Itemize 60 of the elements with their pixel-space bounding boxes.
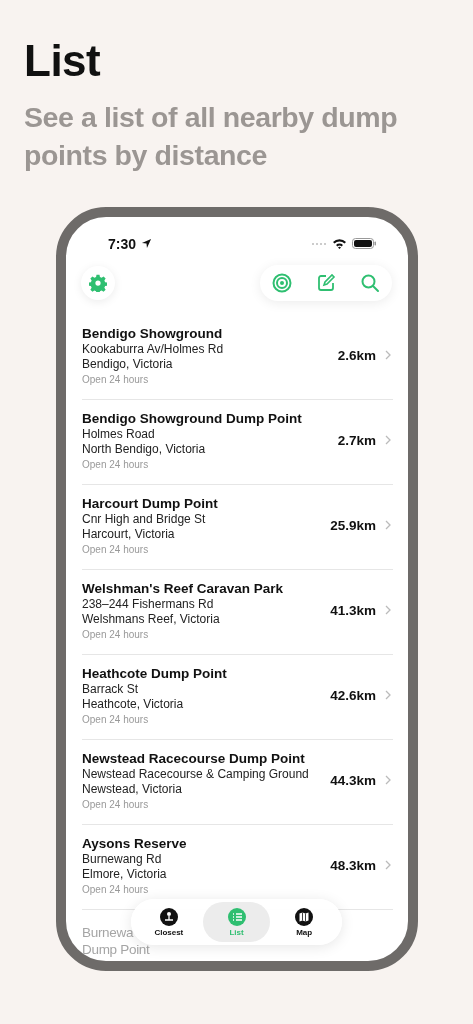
place-street: Kookaburra Av/Holmes Rd <box>82 341 224 357</box>
place-hours: Open 24 hours <box>82 372 149 386</box>
place-name: Bendigo Showground Dump Point <box>82 409 302 427</box>
place-distance: 48.3km <box>330 857 376 873</box>
settings-button[interactable] <box>81 266 115 300</box>
place-name: Aysons Reserve <box>82 834 187 852</box>
target-button[interactable] <box>270 272 294 294</box>
place-distance: 42.6km <box>330 687 376 703</box>
place-name: Bendigo Showground <box>82 324 223 342</box>
place-town: Newstead, Victoria <box>82 782 182 798</box>
page-title: List <box>23 35 102 86</box>
place-distance: 2.6km <box>337 347 376 363</box>
chevron-icon <box>385 775 391 785</box>
wifi-icon <box>332 238 347 249</box>
place-hours: Open 24 hours <box>82 712 149 726</box>
tab[interactable]: Closest <box>135 902 203 942</box>
place-name: Dump Point <box>82 941 150 958</box>
place-town: Elmore, Victoria <box>82 867 167 883</box>
place-distance: 41.3km <box>330 602 376 618</box>
place-town: Heathcote, Victoria <box>82 697 184 713</box>
place-town: North Bendigo, Victoria <box>82 442 206 458</box>
place-distance: 44.3km <box>330 772 376 788</box>
place-hours: Open 24 hours <box>82 797 149 811</box>
place-street: Burnewang Rd <box>82 851 162 867</box>
search-button[interactable] <box>358 272 382 294</box>
place-name: Harcourt Dump Point <box>82 494 218 512</box>
place-town: Harcourt, Victoria <box>82 527 175 543</box>
place-street: Holmes Road <box>82 426 155 442</box>
tab[interactable]: Map <box>270 902 338 942</box>
chevron-icon <box>385 605 391 615</box>
battery-icon <box>352 238 376 249</box>
chevron-icon <box>385 435 391 445</box>
place-hours: Open 24 hours <box>82 542 149 556</box>
place-name: Heathcote Dump Point <box>82 664 227 682</box>
joystick-icon <box>159 907 178 926</box>
place-name: Welshman's Reef Caravan Park <box>82 579 284 597</box>
chevron-icon <box>385 350 391 360</box>
status-time: 7:30 <box>108 235 137 252</box>
place-hours: Open 24 hours <box>82 457 149 471</box>
place-hours: Open 24 hours <box>82 882 149 896</box>
place-street: Barrack St <box>82 681 138 697</box>
place-name: Burnewa <box>82 924 134 941</box>
map-icon <box>295 907 314 926</box>
place-hours: Open 24 hours <box>82 627 149 641</box>
page-subtitle: See a list of all nearby dump points by distance <box>24 100 399 173</box>
chevron-icon <box>385 690 391 700</box>
place-town: Welshmans Reef, Victoria <box>82 612 220 628</box>
gear-icon <box>89 274 107 292</box>
chevron-icon <box>385 860 391 870</box>
chevron-icon <box>385 520 391 530</box>
place-street: Newstead Racecourse & Camping Ground <box>82 766 309 782</box>
place-street: Cnr High and Bridge St <box>82 511 206 527</box>
place-street: 238–244 Fishermans Rd <box>82 596 214 612</box>
place-distance: 2.7km <box>337 432 376 448</box>
list-icon <box>227 907 246 926</box>
signal-icon <box>311 241 327 246</box>
place-distance: 25.9km <box>330 517 376 533</box>
place-name: Newstead Racecourse Dump Point <box>82 749 305 767</box>
place-town: Bendigo, Victoria <box>82 357 173 373</box>
location-arrow-icon <box>141 238 153 249</box>
